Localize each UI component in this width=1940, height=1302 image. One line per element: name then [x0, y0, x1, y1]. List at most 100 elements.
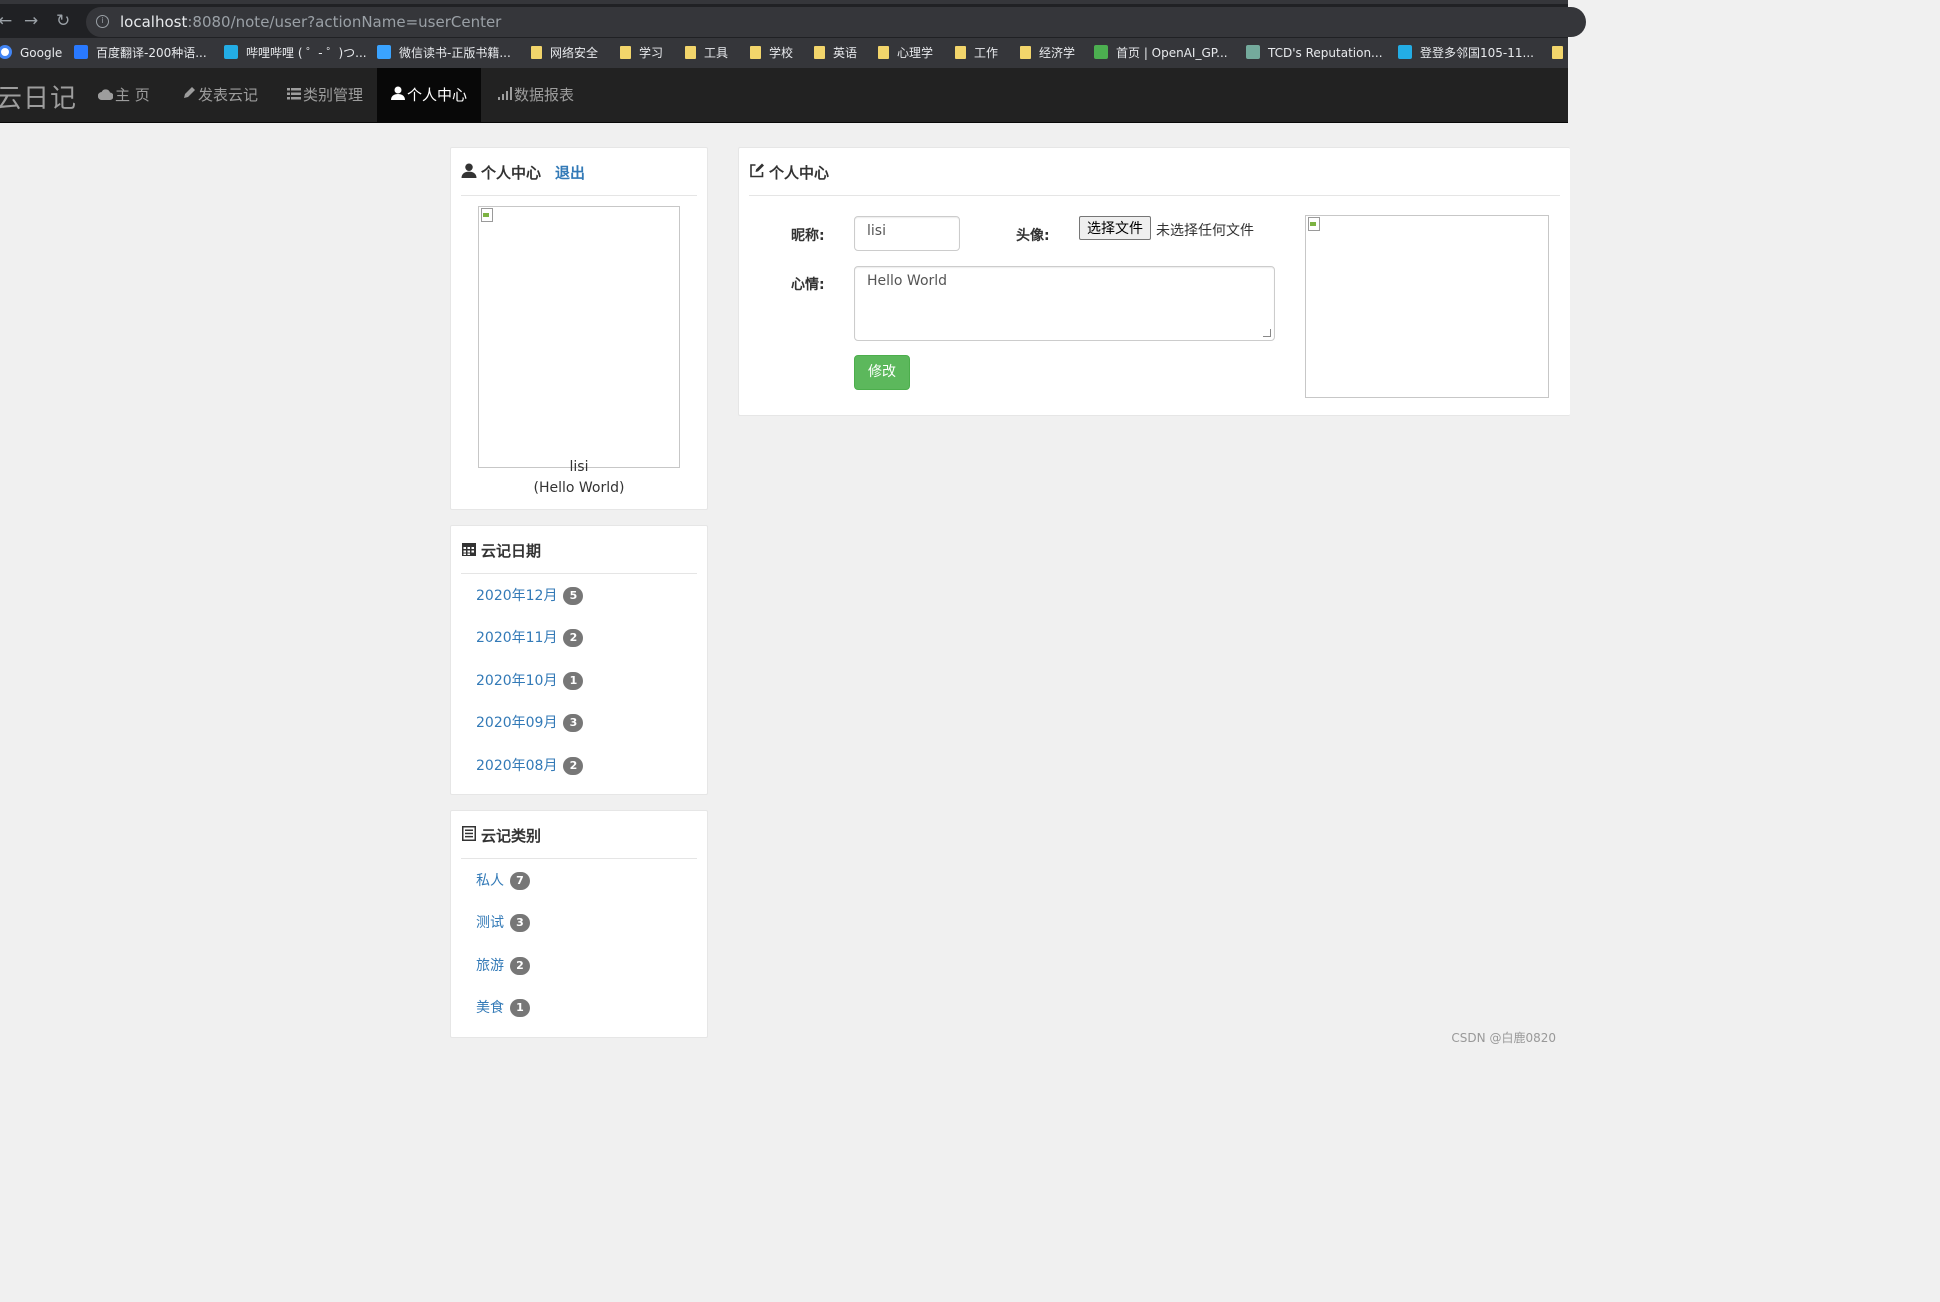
chatgpt-icon: [1246, 45, 1260, 59]
bookmark-item[interactable]: 英语: [814, 44, 857, 62]
broken-image-icon: [1306, 216, 1322, 232]
date-link[interactable]: 2020年12月 5: [476, 585, 584, 605]
signal-icon: [498, 87, 512, 100]
update-button[interactable]: 修改: [854, 355, 910, 390]
reload-icon[interactable]: ↻: [56, 12, 70, 30]
date-link[interactable]: 2020年08月 2: [476, 755, 584, 775]
bookmarks-bar: Google 百度翻译-200种语... 哔哩哔哩 ( ゜- ゜)つ... 微信读书-…: [0, 38, 1568, 68]
count-badge: 1: [563, 672, 584, 690]
bookmark-item[interactable]: TCD's Reputation...: [1246, 44, 1383, 62]
count-badge: 1: [510, 999, 530, 1017]
user-icon: [461, 163, 477, 178]
nav-item-post-note[interactable]: 发表云记: [168, 68, 272, 123]
nav-item-category-manage[interactable]: 类别管理: [273, 68, 377, 123]
avatar-label: 头像:: [1016, 228, 1050, 244]
choose-file-button[interactable]: 选择文件: [1079, 216, 1151, 240]
note-dates-panel: 云记日期 2020年12月 5 2020年11月 2 2020年10月 1 2020年…: [450, 525, 708, 795]
bookmark-item[interactable]: 学习: [620, 44, 663, 62]
type-link[interactable]: 旅游 2: [476, 955, 530, 975]
pencil-icon: [184, 87, 195, 98]
address-bar[interactable]: i localhost:8080/note/user?actionName=us…: [86, 7, 1586, 37]
bilibili-icon: [224, 45, 238, 59]
bookmark-item[interactable]: 哔哩哔哩 ( ゜- ゜)つ...: [224, 44, 367, 62]
count-badge: 2: [510, 957, 530, 975]
count-badge: 5: [563, 587, 584, 605]
bookmark-folder-overflow[interactable]: [1552, 44, 1568, 62]
cloud-icon: [98, 89, 113, 100]
weread-icon: [377, 45, 391, 59]
avatar-preview-image: [1305, 215, 1549, 398]
file-status: 未选择任何文件: [1156, 223, 1254, 239]
logout-link[interactable]: 退出: [555, 164, 585, 182]
nav-item-home[interactable]: 主 页: [84, 68, 164, 123]
app-navbar: 云日记 主 页 发表云记 类别管理 个人中心 数据报表: [0, 68, 1568, 123]
folder-icon: [685, 46, 696, 59]
bookmark-item[interactable]: 工具: [685, 44, 728, 62]
bookmark-item[interactable]: 经济学: [1020, 44, 1075, 62]
folder-icon: [1020, 46, 1031, 59]
profile-panel-title: 个人中心: [481, 164, 542, 182]
bookmark-item[interactable]: 学校: [750, 44, 793, 62]
bookmark-item[interactable]: 首页 | OpenAI_GP...: [1094, 44, 1228, 62]
list-alt-icon: [462, 826, 476, 841]
watermelon-icon: [1094, 45, 1108, 59]
count-badge: 3: [510, 914, 530, 932]
url-text: localhost:8080/note/user?actionName=user…: [120, 13, 502, 31]
nickname-label: 昵称:: [791, 228, 825, 244]
form-panel-header: 个人中心: [749, 148, 1560, 196]
count-badge: 7: [510, 872, 530, 890]
browser-toolbar: ← → ↻ i localhost:8080/note/user?actionN…: [0, 0, 1586, 38]
date-link[interactable]: 2020年09月 3: [476, 712, 584, 732]
date-link[interactable]: 2020年10月 1: [476, 670, 584, 690]
bookmark-item[interactable]: 登登多邻国105-11...: [1398, 44, 1534, 62]
note-types-panel: 云记类别 私人 7 测试 3 旅游 2 美食 1: [450, 810, 708, 1038]
profile-panel: 个人中心 退出 lisi (Hello World): [450, 147, 708, 510]
folder-icon: [750, 46, 761, 59]
site-info-icon[interactable]: i: [96, 15, 109, 28]
folder-icon: [814, 46, 825, 59]
profile-panel-header: 个人中心 退出: [461, 148, 697, 196]
bookmark-item[interactable]: 微信读书-正版书籍...: [377, 44, 511, 62]
nickname-input[interactable]: lisi: [854, 216, 960, 251]
bookmark-item[interactable]: 网络安全: [531, 44, 598, 62]
folder-icon: [878, 46, 889, 59]
avatar-image: [478, 206, 680, 468]
calendar-icon: [462, 543, 476, 556]
bookmark-item[interactable]: 心理学: [878, 44, 933, 62]
form-panel-title: 个人中心: [769, 164, 830, 182]
user-icon: [391, 86, 405, 100]
translate-icon: [74, 45, 88, 59]
types-panel-header: 云记类别: [461, 811, 697, 859]
nav-item-user-center[interactable]: 个人中心: [377, 68, 481, 123]
type-link[interactable]: 测试 3: [476, 912, 530, 932]
nav-item-reports[interactable]: 数据报表: [484, 68, 588, 123]
count-badge: 3: [563, 714, 584, 732]
bookmark-item[interactable]: 工作: [955, 44, 998, 62]
folder-icon: [531, 46, 542, 59]
bookmark-item[interactable]: 百度翻译-200种语...: [74, 44, 207, 62]
folder-icon: [1552, 46, 1563, 59]
type-link[interactable]: 私人 7: [476, 870, 530, 890]
back-icon[interactable]: ←: [0, 12, 12, 30]
user-form-panel: 个人中心 昵称: lisi 头像: 选择文件 未选择任何文件 心情: Hello…: [738, 147, 1570, 416]
count-badge: 2: [563, 629, 584, 647]
type-link[interactable]: 美食 1: [476, 997, 530, 1017]
edit-icon: [750, 163, 764, 178]
mood-textarea[interactable]: Hello World: [854, 266, 1275, 341]
broken-image-icon: [479, 207, 495, 223]
bookmark-item[interactable]: Google: [0, 44, 62, 62]
types-panel-title: 云记类别: [481, 827, 542, 845]
dates-panel-title: 云记日期: [481, 542, 542, 560]
list-icon: [287, 88, 301, 100]
mood-label: 心情:: [791, 277, 825, 293]
count-badge: 2: [563, 757, 584, 775]
forward-icon[interactable]: →: [24, 12, 38, 30]
bilibili-icon: [1398, 45, 1412, 59]
profile-nickname: lisi: [569, 459, 589, 475]
dates-panel-header: 云记日期: [461, 526, 697, 574]
folder-icon: [620, 46, 631, 59]
date-link[interactable]: 2020年11月 2: [476, 627, 584, 647]
brand-logo[interactable]: 云日记: [0, 78, 77, 115]
resize-grip-icon[interactable]: [1263, 329, 1271, 337]
google-icon: [0, 45, 12, 59]
